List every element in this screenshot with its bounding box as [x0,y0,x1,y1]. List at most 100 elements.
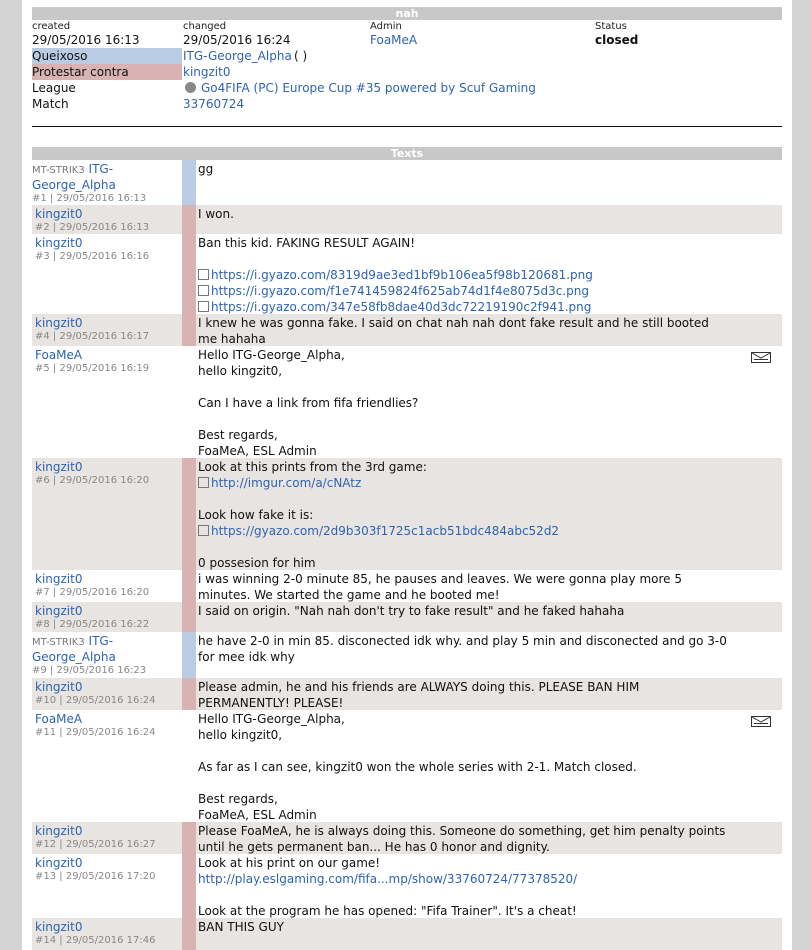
complainant-label: Queixoso [32,49,88,63]
external-link-icon [198,285,209,296]
message-row: kingzit0 #13 | 29/05/2016 17:20 Look at hi… [32,854,782,918]
author-name: FoaMeA [35,348,83,362]
external-link-icon [198,301,209,312]
message-link[interactable]: http://imgur.com/a/cNAtz [211,476,361,490]
message-link[interactable]: https://i.gyazo.com/8319d9ae3ed1bf9b106e… [211,268,593,282]
message-line: Best regards, [198,428,278,442]
author-name: kingzit0 [35,920,83,934]
message-author: FoaMeA #5 | 29/05/2016 16:19 [32,348,183,375]
message-row: kingzit0 #6 | 29/05/2016 16:20 Look at thi… [32,458,782,570]
protest-page: nah created changed Admin Status 29/05/2… [22,0,792,950]
message-meta: #10 | 29/05/2016 16:24 [35,695,156,706]
message-line: Look at this prints from the 3rd game: [198,460,427,474]
message-line: hello kingzit0, [198,728,283,742]
author-link[interactable]: kingzit0 [35,604,82,618]
message-author: kingzit0 #14 | 29/05/2016 17:46 [32,920,183,947]
message-meta: #12 | 29/05/2016 16:27 [35,839,156,850]
author-link[interactable]: kingzit0 [35,856,82,870]
message-line: PERMANENTLY! PLEASE! [198,696,344,710]
message-line: BAN THIS GUY [198,920,284,934]
message-author: kingzit0 #8 | 29/05/2016 16:22 [32,604,183,631]
message-author: kingzit0 #6 | 29/05/2016 16:20 [32,460,183,487]
message-link[interactable]: https://gyazo.com/2d9b303f1725c1acb51bdc… [211,524,559,538]
message-line: I won. [198,207,234,221]
admin-link[interactable]: FoaMeA [370,32,417,48]
message-link[interactable]: https://i.gyazo.com/f1e741459824f625ab74… [211,284,589,298]
message-meta: #11 | 29/05/2016 16:24 [35,727,156,738]
envelope-icon[interactable] [751,352,771,363]
side-stripe [182,314,196,346]
message-body: I said on origin. "Nah nah don't try to … [198,603,718,619]
author-link[interactable]: FoaMeA [35,348,82,362]
side-stripe [182,678,196,710]
message-row: FoaMeA #5 | 29/05/2016 16:19 Hello ITG-Geo… [32,346,782,458]
author-link[interactable]: kingzit0 [35,236,82,250]
message-meta: #3 | 29/05/2016 16:16 [35,251,150,262]
created-label: created [32,21,71,32]
author-link[interactable]: kingzit0 [35,824,82,838]
message-meta: #14 | 29/05/2016 17:46 [35,935,156,946]
changed-value: 29/05/2016 16:24 [183,33,291,47]
message-row: kingzit0 #2 | 29/05/2016 16:13 I won. [32,205,782,234]
message-meta: #8 | 29/05/2016 16:22 [35,619,150,630]
protest-info: created changed Admin Status 29/05/2016 … [32,20,782,112]
author-name: kingzit0 [35,316,83,330]
message-body: he have 2-0 in min 85. disconected idk w… [198,633,727,665]
message-meta: #9 | 29/05/2016 16:23 [32,665,147,676]
message-row: kingzit0 #8 | 29/05/2016 16:22 I said on o… [32,602,782,632]
author-link[interactable]: kingzit0 [35,460,82,474]
side-stripe [182,234,196,314]
author-name: kingzit0 [35,856,83,870]
texts-list: MT-STRIK3 ITG- George_Alpha #1 | 29/05/201… [32,160,782,950]
side-stripe [182,632,196,678]
league-link[interactable]: Go4FIFA (PC) Europe Cup #35 powered by S… [201,81,536,95]
message-body: gg [198,161,718,177]
message-line [198,411,718,427]
author-link[interactable]: kingzit0 [35,572,82,586]
author-name: kingzit0 [35,236,83,250]
author-link[interactable]: FoaMeA [35,712,82,726]
message-author: kingzit0 #10 | 29/05/2016 16:24 [32,680,183,707]
message-line: As far as I can see, kingzit0 won the wh… [198,760,637,774]
message-body: BAN THIS GUY [198,919,718,935]
author-link[interactable]: kingzit0 [35,207,82,221]
envelope-icon[interactable] [751,716,771,727]
side-stripe [182,822,196,854]
message-meta: #6 | 29/05/2016 16:20 [35,475,150,486]
message-line [198,539,718,555]
author-name: kingzit0 [35,824,83,838]
side-stripe [182,346,196,458]
message-line [198,887,718,903]
message-body: Hello ITG-George_Alpha, hello kingzit0, As… [198,711,718,823]
author-link[interactable]: kingzit0 [35,316,82,330]
message-row: kingzit0 #4 | 29/05/2016 16:17 I knew he w… [32,314,782,346]
message-meta: #4 | 29/05/2016 16:17 [35,331,150,342]
message-line: i was winning 2-0 minute 85, he pauses a… [198,572,682,586]
match-link[interactable]: 33760724 [183,96,244,112]
author-link[interactable]: kingzit0 [35,920,82,934]
message-row: FoaMeA #11 | 29/05/2016 16:24 Hello ITG-Ge… [32,710,782,822]
message-author: kingzit0 #12 | 29/05/2016 16:27 [32,824,183,851]
complainant-link[interactable]: ITG-George_Alpha [183,48,292,64]
message-link[interactable]: http://play.eslgaming.com/fifa...mp/show… [198,872,577,886]
author-link[interactable]: kingzit0 [35,680,82,694]
message-link[interactable]: https://i.gyazo.com/347e58fb8dae40d3dc72… [211,300,591,314]
protest-title-bar: nah [32,7,782,20]
author-name: kingzit0 [35,680,83,694]
side-stripe [182,205,196,234]
side-stripe [182,160,196,205]
message-row: MT-STRIK3 ITG- George_Alpha #1 | 29/05/201… [32,160,782,205]
message-line [198,491,718,507]
message-line [198,743,718,759]
message-line: Please admin, he and his friends are ALW… [198,680,640,694]
message-body: Please FoaMeA, he is always doing this. … [198,823,725,855]
protest-against-link[interactable]: kingzit0 [183,64,230,80]
created-value: 29/05/2016 16:13 [32,33,140,47]
message-author: MT-STRIK3 ITG- George_Alpha #1 | 29/05/201… [32,162,180,205]
message-row: kingzit0 #7 | 29/05/2016 16:20 i was winni… [32,570,782,602]
message-body: Look at this prints from the 3rd game: ht… [198,459,718,571]
message-meta: #7 | 29/05/2016 16:20 [35,587,150,598]
author-name: kingzit0 [35,572,83,586]
complainant-suffix: ( ) [294,49,308,63]
message-line: for mee idk why [198,650,295,664]
